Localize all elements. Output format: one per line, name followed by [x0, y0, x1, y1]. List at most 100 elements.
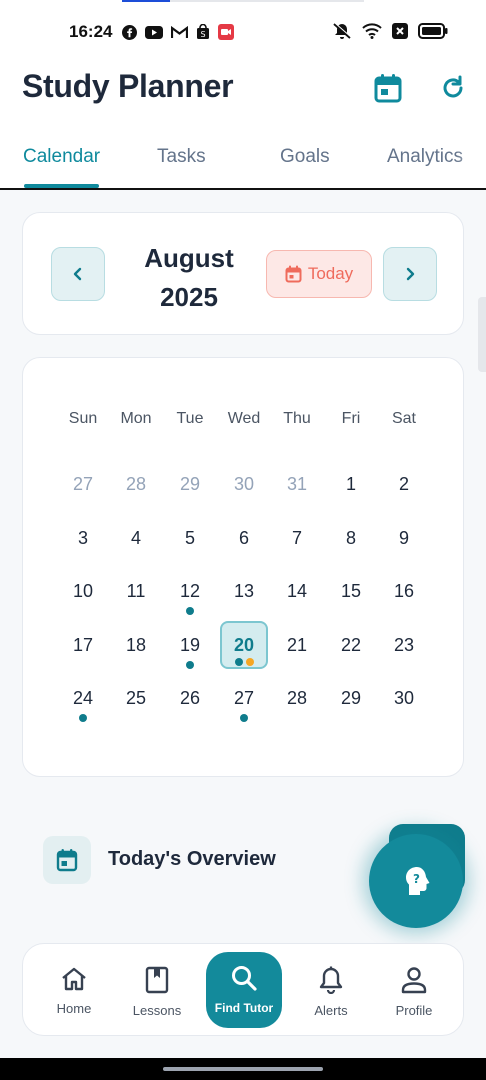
month-name: August [144, 243, 234, 273]
help-head-icon: ? [406, 867, 430, 895]
calendar-day[interactable]: 4 [112, 514, 160, 562]
calendar-day[interactable]: 7 [273, 514, 321, 562]
system-icons [332, 22, 448, 45]
event-dot [240, 714, 248, 722]
notification-icons: S [122, 23, 234, 45]
calendar-day[interactable]: 26 [166, 674, 214, 722]
gmail-icon [170, 25, 189, 44]
calendar-day[interactable]: 10 [59, 567, 107, 615]
home-icon [62, 967, 86, 991]
app-header: Study Planner [0, 64, 486, 120]
calendar-icon [56, 849, 78, 872]
calendar-day[interactable]: 1 [327, 460, 375, 508]
chevron-right-icon [406, 267, 415, 281]
calendar-day[interactable]: 21 [273, 621, 321, 669]
calendar-day[interactable]: 5 [166, 514, 214, 562]
nav-find-tutor[interactable]: Find Tutor [206, 952, 282, 1028]
tab-tasks[interactable]: Tasks [157, 146, 206, 168]
calendar-day[interactable]: 30 [380, 674, 428, 722]
calendar-day[interactable]: 8 [327, 514, 375, 562]
calendar-day[interactable]: 3 [59, 514, 107, 562]
nav-home[interactable]: Home [39, 966, 109, 1016]
tab-goals[interactable]: Goals [280, 146, 330, 168]
calendar-day[interactable]: 23 [380, 621, 428, 669]
calendar-today-icon [285, 265, 302, 283]
event-dot [186, 607, 194, 615]
youtube-icon [145, 25, 163, 44]
nav-find-tutor-label: Find Tutor [214, 1001, 274, 1015]
video-record-icon [218, 24, 234, 45]
calendar-button[interactable] [370, 70, 406, 106]
weekday-tue: Tue [176, 410, 204, 427]
calendar-day[interactable]: 28 [273, 674, 321, 722]
status-bar: 16:24 S [0, 0, 486, 64]
overview-icon-box [43, 836, 91, 884]
calendar-day[interactable]: 16 [380, 567, 428, 615]
calendar-day[interactable]: 22 [327, 621, 375, 669]
tab-analytics[interactable]: Analytics [387, 146, 463, 168]
bottom-nav: Home Lessons Find Tutor Alerts Profile [22, 943, 464, 1036]
event-dot [79, 714, 87, 722]
weekday-mon: Mon [120, 410, 152, 427]
nav-profile-label: Profile [395, 1003, 433, 1018]
refresh-button[interactable] [435, 70, 471, 106]
calendar-day[interactable]: 14 [273, 567, 321, 615]
svg-text:?: ? [413, 872, 420, 886]
calendar-day[interactable]: 18 [112, 621, 160, 669]
nav-lessons-label: Lessons [132, 1003, 182, 1018]
nav-profile[interactable]: Profile [379, 966, 449, 1018]
next-month-button[interactable] [383, 247, 437, 301]
calendar-day[interactable]: 29 [327, 674, 375, 722]
overview-title: Today's Overview [108, 848, 276, 870]
nav-lessons[interactable]: Lessons [122, 966, 192, 1018]
tab-calendar[interactable]: Calendar [23, 146, 100, 168]
calendar-day[interactable]: 27 [59, 460, 107, 508]
month-nav-card: August 2025 Today [22, 212, 464, 335]
edge-scroll-handle[interactable] [478, 297, 486, 372]
weekday-fri: Fri [341, 410, 361, 427]
event-dot [234, 658, 243, 666]
mute-icon [332, 22, 352, 45]
calendar-day[interactable]: 29 [166, 460, 214, 508]
calendar-day[interactable]: 15 [327, 567, 375, 615]
today-button[interactable]: Today [266, 250, 372, 298]
weekday-thu: Thu [283, 410, 311, 427]
chevron-left-icon [73, 267, 82, 281]
today-label: Today [307, 264, 354, 283]
event-dot [186, 661, 194, 669]
calendar-day[interactable]: 9 [380, 514, 428, 562]
nav-alerts[interactable]: Alerts [296, 966, 366, 1018]
battery-icon [418, 23, 448, 44]
wifi-icon [362, 23, 382, 44]
calendar-day[interactable]: 17 [59, 621, 107, 669]
calendar-day[interactable]: 31 [273, 460, 321, 508]
status-time: 16:24 [69, 22, 113, 41]
close-box-icon [392, 23, 408, 44]
nav-alerts-label: Alerts [314, 1003, 348, 1018]
calendar-day[interactable]: 2 [380, 460, 428, 508]
calendar-day[interactable]: 11 [112, 567, 160, 615]
tab-active-indicator [24, 184, 99, 188]
calendar-day[interactable]: 25 [112, 674, 160, 722]
year-label: 2025 [160, 282, 218, 312]
month-year-label: August 2025 [127, 239, 251, 317]
calendar-icon [374, 74, 402, 103]
calendar-day[interactable]: 13 [220, 567, 268, 615]
calendar-day[interactable]: 28 [112, 460, 160, 508]
prev-month-button[interactable] [51, 247, 105, 301]
weekday-wed: Wed [227, 410, 261, 427]
weekday-sat: Sat [391, 410, 416, 427]
tab-bar: Calendar Tasks Goals Analytics [0, 120, 486, 190]
calendar-day-selected[interactable]: 20 [220, 621, 268, 669]
facebook-icon [122, 24, 137, 45]
media-progress [122, 0, 364, 2]
shopping-bag-icon: S [196, 23, 210, 45]
help-fab[interactable]: ? [369, 834, 463, 928]
bell-icon [319, 966, 343, 995]
home-gesture-pill[interactable] [163, 1067, 323, 1071]
calendar-day[interactable]: 30 [220, 460, 268, 508]
calendar-day[interactable]: 6 [220, 514, 268, 562]
weekday-sun: Sun [68, 410, 98, 427]
search-icon [232, 966, 257, 991]
book-icon [145, 966, 169, 994]
